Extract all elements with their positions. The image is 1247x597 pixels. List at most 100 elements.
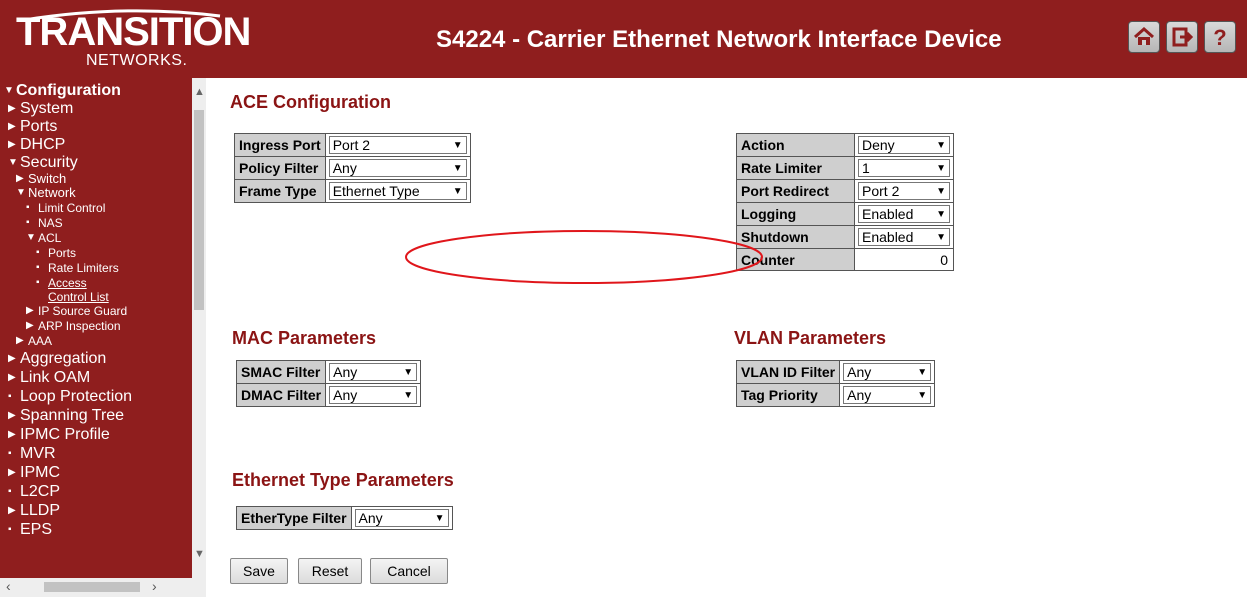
nav-arp-inspection[interactable]: ▶ ARP Inspection [26,319,121,333]
logout-icon [1172,27,1193,47]
nav-ipmc[interactable]: ▶ IPMC [8,464,60,482]
nav-acl[interactable]: ▼ ACL [26,231,61,245]
caret-right-icon: ▶ [8,505,16,516]
nav-network[interactable]: ▼ Network [16,185,76,200]
chevron-down-icon: ▼ [434,512,445,524]
reset-button[interactable]: Reset [298,558,362,584]
ethertype-filter-label: EtherType Filter [236,506,352,530]
nav-dhcp[interactable]: ▶ DHCP [8,136,65,154]
shutdown-select[interactable]: Enabled ▼ [858,228,950,246]
chevron-down-icon: ▼ [403,389,414,401]
port-redirect-select[interactable]: Port 2 ▼ [858,182,950,200]
port-redirect-label: Port Redirect [736,179,855,203]
vlan-id-filter-select[interactable]: Any ▼ [843,363,932,381]
nav-aaa[interactable]: ▶ AAA [16,334,52,348]
nav-lldp[interactable]: ▶ LLDP [8,502,60,520]
nav-ipmc-profile[interactable]: ▶ IPMC Profile [8,426,110,444]
nav-ports[interactable]: ▶ Ports [8,118,57,136]
bullet-icon: ▪ [8,448,12,459]
rate-limiter-label: Rate Limiter [736,156,855,180]
chevron-down-icon: ▼ [936,185,946,197]
chevron-down-icon: ▼ [917,389,928,401]
logging-select[interactable]: Enabled ▼ [858,205,950,223]
ethernet-type-parameters-table: EtherType Filter Any ▼ [236,506,453,530]
transition-networks-logo: TRANSITION NETWORKS. [16,8,251,72]
nav-configuration[interactable]: ▼ Configuration [4,82,121,100]
dmac-filter-label: DMAC Filter [235,383,327,407]
chevron-down-icon: ▼ [936,231,946,243]
chevron-down-icon: ▼ [452,185,463,197]
policy-filter-select[interactable]: Any ▼ [328,159,467,177]
nav-acl-ports[interactable]: ▪ Ports [36,246,76,260]
ace-right-table: Action Deny ▼ Rate Limiter 1 ▼ Port Redire… [736,133,954,271]
logo-text: TRANSITION [16,10,251,54]
sidebar-vertical-scrollbar[interactable]: ▲ ▼ [192,78,206,578]
ethertype-filter-select[interactable]: Any ▼ [354,509,449,527]
navigation-tree: ▼ Configuration ▶ System ▶ Ports ▶ DHCP ▼ Sec… [0,78,192,578]
mac-parameters-title: MAC Parameters [232,328,377,348]
mac-parameters-table: SMAC Filter Any ▼ DMAC Filter Any ▼ [235,360,422,407]
help-icon: ? [1213,26,1226,48]
ace-configuration-title: ACE Configuration [230,92,391,112]
chevron-down-icon: ▼ [917,366,928,378]
tag-priority-select[interactable]: Any ▼ [843,386,932,404]
header-bar: TRANSITION NETWORKS. S4224 - Carrier Eth… [0,0,1247,78]
scroll-left-icon[interactable]: ‹ [6,578,11,594]
vlan-id-filter-label: VLAN ID Filter [735,360,841,384]
nav-rate-limiters[interactable]: ▪ Rate Limiters [36,261,119,275]
home-button[interactable] [1128,21,1160,53]
frame-type-label: Frame Type [234,179,326,203]
nav-ip-source-guard[interactable]: ▶ IP Source Guard [26,304,127,318]
ingress-port-label: Ingress Port [234,133,326,157]
action-label: Action [736,133,855,157]
policy-filter-label: Policy Filter [234,156,326,180]
counter-value: 0 [940,251,948,268]
sidebar: ▼ Configuration ▶ System ▶ Ports ▶ DHCP ▼ Sec… [0,78,206,597]
help-button[interactable]: ? [1204,21,1236,53]
svg-text:?: ? [1213,26,1226,48]
sidebar-horizontal-scroll-thumb[interactable] [44,582,140,592]
action-select[interactable]: Deny ▼ [858,136,950,154]
nav-loop-protection[interactable]: ▪ Loop Protection [8,388,132,406]
cancel-button[interactable]: Cancel [370,558,448,584]
smac-filter-select[interactable]: Any ▼ [329,363,418,381]
annotation-ellipse [405,230,763,284]
frame-type-select[interactable]: Ethernet Type ▼ [328,182,467,200]
chevron-down-icon: ▼ [936,162,946,174]
nav-l2cp[interactable]: ▪ L2CP [8,483,60,501]
chevron-down-icon: ▼ [936,208,946,220]
save-button[interactable]: Save [230,558,288,584]
scroll-up-icon[interactable]: ▲ [194,86,205,98]
caret-right-icon: ▶ [8,121,16,132]
scroll-right-icon[interactable]: › [152,578,157,594]
smac-filter-label: SMAC Filter [235,360,327,384]
logging-label: Logging [736,202,855,226]
home-icon [1134,27,1154,45]
logout-button[interactable] [1166,21,1198,53]
nav-mvr[interactable]: ▪ MVR [8,445,56,463]
caret-right-icon: ▶ [8,353,16,364]
sidebar-vertical-scroll-thumb[interactable] [194,110,204,310]
nav-spanning-tree[interactable]: ▶ Spanning Tree [8,407,124,425]
nav-aggregation[interactable]: ▶ Aggregation [8,350,106,368]
main-content: ACE Configuration Ingress Port Port 2 ▼ P… [206,78,1247,597]
nav-limit-control[interactable]: ▪ Limit Control [26,201,105,215]
vlan-parameters-title: VLAN Parameters [734,328,887,348]
logo-subtext: NETWORKS. [86,52,188,69]
chevron-down-icon: ▼ [403,366,414,378]
sidebar-horizontal-scrollbar[interactable]: ‹ › [0,578,206,597]
chevron-down-icon: ▼ [936,139,946,151]
caret-down-icon: ▼ [4,85,14,96]
nav-system[interactable]: ▶ System [8,100,73,118]
tag-priority-label: Tag Priority [735,383,841,407]
nav-link-oam[interactable]: ▶ Link OAM [8,369,90,387]
chevron-down-icon: ▼ [452,162,463,174]
dmac-filter-select[interactable]: Any ▼ [329,386,418,404]
caret-right-icon: ▶ [16,335,24,346]
nav-nas[interactable]: ▪ NAS [26,216,63,230]
nav-eps[interactable]: ▪ EPS [8,521,52,539]
scroll-down-icon[interactable]: ▼ [194,548,205,560]
ingress-port-select[interactable]: Port 2 ▼ [328,136,467,154]
chevron-down-icon: ▼ [452,139,463,151]
rate-limiter-select[interactable]: 1 ▼ [858,159,950,177]
